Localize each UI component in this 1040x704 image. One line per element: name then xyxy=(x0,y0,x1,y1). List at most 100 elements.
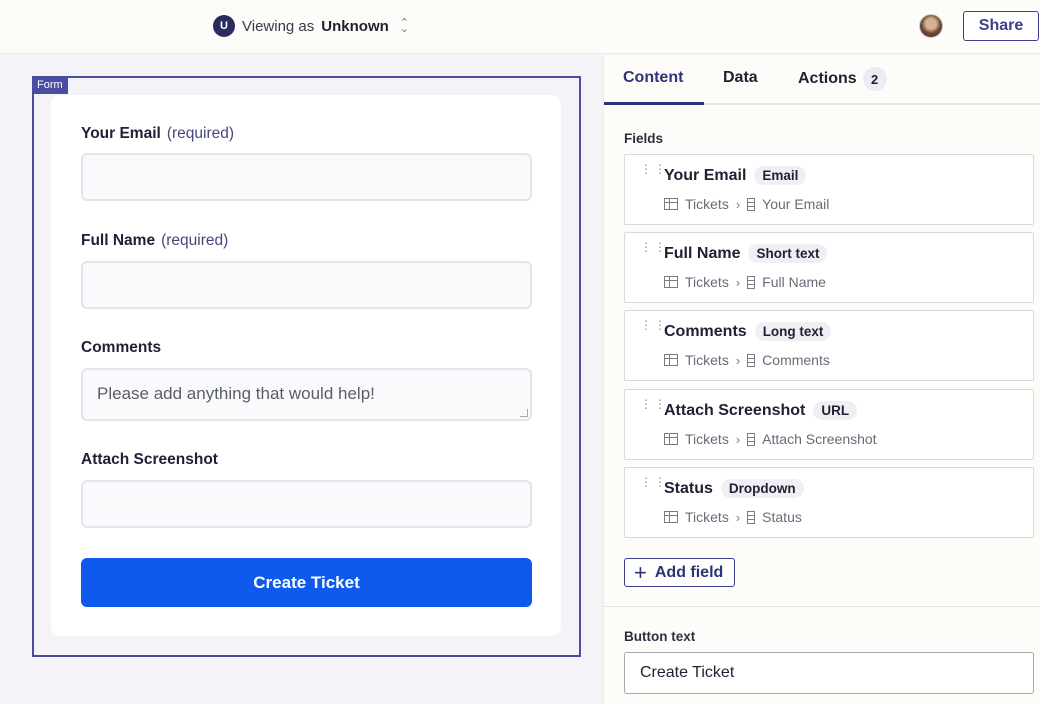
source-column: Comments xyxy=(762,352,830,368)
field-name: Full Name xyxy=(664,244,741,262)
active-tab-indicator xyxy=(604,102,704,105)
source-column: Status xyxy=(762,509,802,525)
field-card-status[interactable]: ⋮⋮ Status Dropdown Tickets › Status xyxy=(624,467,1034,538)
column-icon xyxy=(747,275,756,289)
field-card-title: Your Email Email xyxy=(664,166,807,185)
field-source-path: Tickets › Status xyxy=(664,509,802,525)
field-type-badge: URL xyxy=(813,401,858,420)
column-icon xyxy=(747,197,756,211)
button-text-value: Create Ticket xyxy=(640,664,735,681)
field-card-your-email[interactable]: ⋮⋮ Your Email Email Tickets › Your Email xyxy=(624,154,1034,225)
chevron-right-icon: › xyxy=(735,431,741,447)
button-text-input[interactable]: Create Ticket xyxy=(624,652,1034,694)
source-table: Tickets xyxy=(685,431,729,447)
field-type-badge: Email xyxy=(754,166,807,185)
email-label-text: Your Email xyxy=(81,125,161,142)
required-text: (required) xyxy=(161,232,229,249)
email-field-label: Your Email (required) xyxy=(81,125,234,143)
actions-count-badge: 2 xyxy=(862,67,887,91)
top-bar: U Viewing as Unknown ⌃ ⌄ Share xyxy=(0,0,1040,54)
user-initial-badge: U xyxy=(213,15,235,37)
panel-tabs: Content Data Actions 2 xyxy=(604,55,1040,105)
field-name: Status xyxy=(664,479,713,497)
tab-actions[interactable]: Actions 2 xyxy=(798,67,887,91)
chevron-right-icon: › xyxy=(735,196,741,212)
plus-icon: + xyxy=(634,559,647,585)
avatar[interactable] xyxy=(919,14,943,38)
attach-screenshot-label-text: Attach Screenshot xyxy=(81,451,218,468)
chevron-up-down-icon: ⌃ ⌄ xyxy=(399,17,409,35)
field-name: Attach Screenshot xyxy=(664,401,806,419)
viewing-as-user: Unknown xyxy=(321,17,389,35)
source-table: Tickets xyxy=(685,352,729,368)
field-source-path: Tickets › Attach Screenshot xyxy=(664,431,877,447)
properties-panel: Content Data Actions 2 Fields ⋮⋮ Your Em… xyxy=(603,55,1040,704)
email-field[interactable] xyxy=(81,153,532,201)
form-tag: Form xyxy=(32,77,68,94)
chevron-right-icon: › xyxy=(735,509,741,525)
field-type-badge: Short text xyxy=(748,244,828,263)
field-type-badge: Dropdown xyxy=(720,479,804,498)
comments-placeholder: Please add anything that would help! xyxy=(97,384,375,403)
field-type-badge: Long text xyxy=(754,322,832,341)
full-name-label-text: Full Name xyxy=(81,232,156,249)
column-icon xyxy=(747,353,756,367)
field-card-title: Status Dropdown xyxy=(664,479,804,498)
full-name-field-label: Full Name (required) xyxy=(81,232,228,250)
table-icon xyxy=(664,511,678,523)
section-divider xyxy=(604,606,1040,607)
tab-actions-label: Actions xyxy=(798,70,857,87)
share-button[interactable]: Share xyxy=(963,11,1039,41)
drag-handle-icon[interactable]: ⋮⋮ xyxy=(640,319,666,339)
add-field-button[interactable]: + Add field xyxy=(624,558,735,587)
source-table: Tickets xyxy=(685,196,729,212)
chevron-right-icon: › xyxy=(735,352,741,368)
comments-field-label: Comments xyxy=(81,339,161,357)
drag-handle-icon[interactable]: ⋮⋮ xyxy=(640,476,666,496)
chevron-right-icon: › xyxy=(735,274,741,290)
field-name: Comments xyxy=(664,322,747,340)
column-icon xyxy=(747,510,756,524)
source-table: Tickets xyxy=(685,509,729,525)
table-icon xyxy=(664,433,678,445)
comments-textarea[interactable]: Please add anything that would help! xyxy=(81,368,532,421)
tab-data[interactable]: Data xyxy=(723,69,758,87)
form-canvas: Form Your Email (required) Full Name (requ… xyxy=(0,55,603,704)
source-column: Full Name xyxy=(762,274,826,290)
required-text: (required) xyxy=(166,125,235,142)
tab-content-label: Content xyxy=(623,69,684,86)
source-column: Your Email xyxy=(762,196,830,212)
field-name: Your Email xyxy=(664,166,747,184)
table-icon xyxy=(664,354,678,366)
drag-handle-icon[interactable]: ⋮⋮ xyxy=(640,398,666,418)
add-field-label: Add field xyxy=(654,563,724,581)
source-table: Tickets xyxy=(685,274,729,290)
attach-screenshot-field-label: Attach Screenshot xyxy=(81,451,218,469)
field-card-comments[interactable]: ⋮⋮ Comments Long text Tickets › Comments xyxy=(624,310,1034,381)
comments-label-text: Comments xyxy=(81,339,162,356)
resize-handle-icon[interactable] xyxy=(520,409,528,417)
table-icon xyxy=(664,198,678,210)
tab-data-label: Data xyxy=(723,69,758,86)
button-text-label: Button text xyxy=(624,629,696,644)
fields-section-label: Fields xyxy=(624,131,664,146)
tab-content[interactable]: Content xyxy=(623,69,683,87)
attach-screenshot-field[interactable] xyxy=(81,480,532,528)
field-card-title: Comments Long text xyxy=(664,322,832,341)
full-name-field[interactable] xyxy=(81,261,532,309)
field-card-title: Full Name Short text xyxy=(664,244,828,263)
field-source-path: Tickets › Comments xyxy=(664,352,830,368)
create-ticket-button[interactable]: Create Ticket xyxy=(81,558,532,607)
field-card-title: Attach Screenshot URL xyxy=(664,401,858,420)
column-icon xyxy=(747,432,756,446)
field-card-full-name[interactable]: ⋮⋮ Full Name Short text Tickets › Full N… xyxy=(624,232,1034,303)
drag-handle-icon[interactable]: ⋮⋮ xyxy=(640,241,666,261)
field-source-path: Tickets › Your Email xyxy=(664,196,829,212)
viewing-as-label: Viewing as xyxy=(242,17,315,35)
table-icon xyxy=(664,276,678,288)
viewing-as-selector[interactable]: U Viewing as Unknown ⌃ ⌄ xyxy=(213,15,409,37)
drag-handle-icon[interactable]: ⋮⋮ xyxy=(640,163,666,183)
field-card-attach-screenshot[interactable]: ⋮⋮ Attach Screenshot URL Tickets › Attac… xyxy=(624,389,1034,460)
field-source-path: Tickets › Full Name xyxy=(664,274,826,290)
source-column: Attach Screenshot xyxy=(762,431,877,447)
